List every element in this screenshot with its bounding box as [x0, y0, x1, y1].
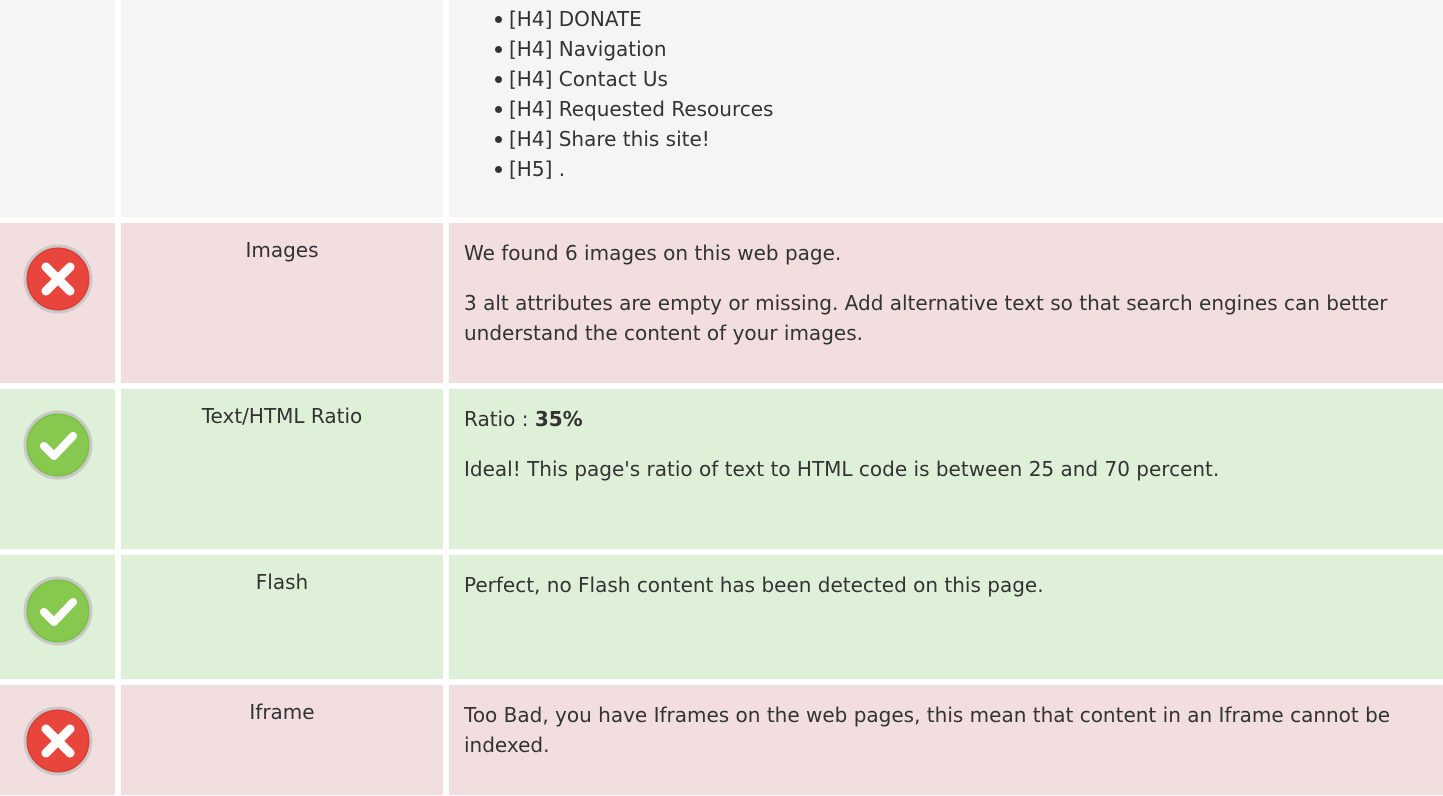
headings-icon-cell	[0, 0, 115, 217]
flash-label: Flash	[121, 555, 443, 679]
error-x-icon	[23, 244, 93, 314]
heading-item: [H4] Share this site!	[495, 124, 1428, 154]
heading-item: [H4] DONATE	[495, 4, 1428, 34]
images-detail: 3 alt attributes are empty or missing. A…	[464, 291, 1388, 345]
headings-content: [H4] DONATE [H4] Navigation [H4] Contact…	[449, 0, 1443, 217]
heading-item: [H4] Contact Us	[495, 64, 1428, 94]
ratio-detail: Ideal! This page's ratio of text to HTML…	[464, 457, 1220, 481]
flash-content: Perfect, no Flash content has been detec…	[449, 555, 1443, 679]
heading-item: [H4] Navigation	[495, 34, 1428, 64]
ratio-label: Text/HTML Ratio	[121, 389, 443, 549]
ratio-prefix: Ratio :	[464, 407, 535, 431]
flash-status-cell	[0, 555, 115, 679]
ratio-summary: Ratio : 35%	[464, 404, 1428, 434]
ratio-content: Ratio : 35% Ideal! This page's ratio of …	[449, 389, 1443, 549]
error-x-icon	[23, 706, 93, 776]
iframe-content: Too Bad, you have Iframes on the web pag…	[449, 685, 1443, 795]
check-ok-icon	[23, 410, 93, 480]
heading-item: [H5] .	[495, 154, 1428, 184]
ratio-status-cell	[0, 389, 115, 549]
flash-summary: Perfect, no Flash content has been detec…	[464, 573, 1044, 597]
check-ok-icon	[23, 576, 93, 646]
headings-label-cell	[121, 0, 443, 217]
images-summary: We found 6 images on this web page.	[464, 241, 842, 265]
iframe-label: Iframe	[121, 685, 443, 795]
ratio-value: 35%	[534, 407, 583, 431]
images-content: We found 6 images on this web page. 3 al…	[449, 223, 1443, 383]
iframe-row: Iframe Too Bad, you have Iframes on the …	[0, 685, 1443, 795]
images-label: Images	[121, 223, 443, 383]
images-row: Images We found 6 images on this web pag…	[0, 223, 1443, 383]
iframe-summary: Too Bad, you have Iframes on the web pag…	[464, 703, 1391, 757]
headings-list: [H4] DONATE [H4] Navigation [H4] Contact…	[464, 4, 1428, 184]
headings-row: [H4] DONATE [H4] Navigation [H4] Contact…	[0, 0, 1443, 217]
iframe-status-cell	[0, 685, 115, 795]
flash-row: Flash Perfect, no Flash content has been…	[0, 555, 1443, 679]
images-status-cell	[0, 223, 115, 383]
heading-item: [H4] Requested Resources	[495, 94, 1428, 124]
ratio-row: Text/HTML Ratio Ratio : 35% Ideal! This …	[0, 389, 1443, 549]
